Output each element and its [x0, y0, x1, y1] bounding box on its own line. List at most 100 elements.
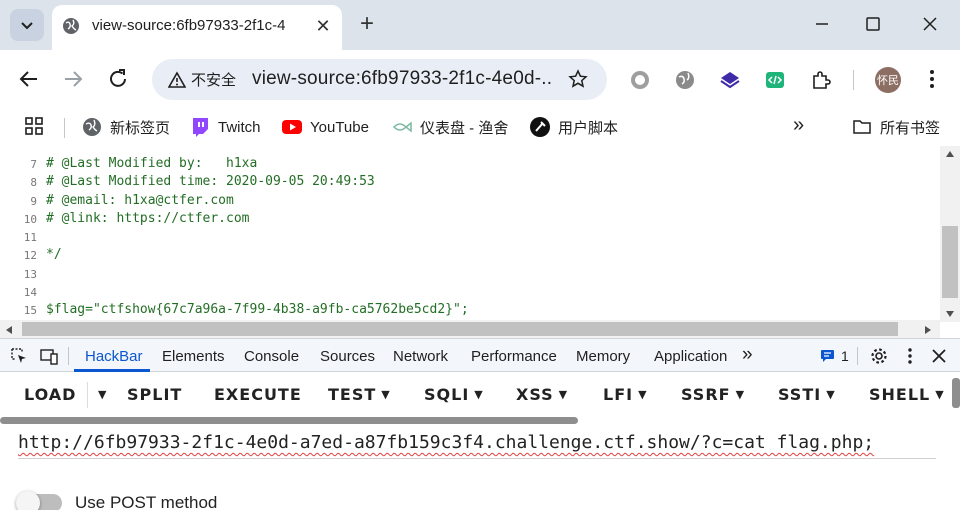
device-toolbar-icon[interactable]: [40, 347, 58, 365]
scroll-right-icon[interactable]: [924, 325, 932, 335]
bookmark-userscripts[interactable]: 用户脚本: [530, 116, 618, 138]
lfi-menu-button[interactable]: LFI ▼: [603, 385, 648, 404]
line-number: 9: [30, 194, 37, 208]
devtools-tabbar: HackBar Elements Console Sources Network…: [0, 338, 960, 372]
bookmark-twitch[interactable]: Twitch: [190, 116, 261, 138]
line-number: 11: [23, 231, 37, 244]
scroll-left-icon[interactable]: [5, 325, 13, 335]
xss-menu-button[interactable]: XSS ▼: [516, 385, 568, 404]
source-view: 7 # @Last Modified by: h1xa 8 # @Last Modif…: [0, 146, 960, 338]
horizontal-scrollbar[interactable]: [0, 320, 940, 338]
issues-counter[interactable]: 1: [820, 348, 849, 364]
line-number: 7: [30, 158, 37, 171]
vertical-scroll-thumb[interactable]: [942, 226, 958, 298]
inspect-element-icon[interactable]: [10, 347, 28, 365]
source-line: 14: [0, 284, 940, 302]
source-line: 12 */: [0, 247, 940, 265]
tab-hackbar[interactable]: HackBar: [85, 348, 143, 365]
extensions-puzzle-icon[interactable]: [810, 69, 832, 91]
url-input[interactable]: http://6fb97933-2f1c-4e0d-a7ed-a87fb159c…: [18, 432, 874, 453]
source-code-text: # @Last Modified time: 2020-09-05 20:49:…: [46, 174, 375, 190]
close-devtools-icon[interactable]: [930, 347, 948, 365]
security-chip[interactable]: 不安全: [162, 65, 242, 94]
all-bookmarks-label: 所有书签: [880, 119, 941, 137]
tab-console[interactable]: Console: [244, 348, 299, 365]
shell-label: SHELL: [869, 385, 931, 404]
bookmark-label: Twitch: [218, 118, 261, 136]
chevron-down-icon: [21, 22, 33, 30]
bookmarks-overflow-button[interactable]: »: [793, 114, 804, 137]
security-label: 不安全: [191, 72, 237, 89]
shell-menu-button[interactable]: SHELL ▼: [869, 385, 945, 404]
tab-close-icon[interactable]: ✕: [314, 17, 332, 35]
horizontal-scroll-thumb[interactable]: [22, 322, 898, 336]
twitch-icon: [193, 118, 208, 137]
ssti-menu-button[interactable]: SSTI ▼: [778, 385, 836, 404]
bookmark-new-tab[interactable]: 新标签页: [82, 116, 170, 138]
tab-search-button[interactable]: [10, 9, 44, 41]
extension-code-icon[interactable]: [764, 69, 786, 91]
devtools-menu-icon[interactable]: [901, 347, 919, 365]
close-window-icon[interactable]: [920, 14, 940, 34]
toolbar-divider: [853, 70, 854, 90]
kebab-menu-icon[interactable]: [922, 68, 942, 90]
post-method-toggle[interactable]: [16, 491, 62, 510]
active-tab[interactable]: view-source:6fb97933-2f1c-4 ✕: [52, 5, 342, 50]
bookmark-youtube[interactable]: YouTube: [282, 116, 369, 138]
bookmark-star-icon[interactable]: [568, 69, 588, 89]
extension-circle-icon[interactable]: [629, 69, 651, 91]
tab-elements[interactable]: Elements: [162, 348, 225, 365]
userscript-icon: [530, 117, 550, 137]
back-arrow-icon[interactable]: [16, 66, 42, 92]
lfi-label: LFI: [603, 385, 634, 404]
profile-avatar[interactable]: 怀民: [875, 67, 901, 93]
source-code-text: # @link: https://ctfer.com: [46, 210, 250, 226]
url-text[interactable]: view-source:6fb97933-2f1c-4e0d-...: [252, 68, 552, 90]
test-menu-button[interactable]: TEST ▼: [328, 385, 391, 404]
minimize-icon[interactable]: [812, 14, 832, 34]
more-tabs-button[interactable]: »: [742, 344, 753, 366]
settings-gear-icon[interactable]: [870, 347, 888, 365]
sqli-menu-button[interactable]: SQLI ▼: [424, 385, 484, 404]
scroll-down-icon[interactable]: [945, 310, 955, 318]
bookmark-dashboard[interactable]: 仪表盘 - 渔舍: [392, 116, 508, 138]
forward-arrow-icon[interactable]: [60, 66, 86, 92]
apps-grid-icon[interactable]: [24, 116, 44, 136]
maximize-icon[interactable]: [863, 14, 883, 34]
toggle-knob: [16, 491, 40, 510]
bookmark-label: 新标签页: [110, 119, 171, 137]
tab-performance[interactable]: Performance: [471, 348, 557, 365]
all-bookmarks-button[interactable]: 所有书签: [852, 116, 940, 138]
globe-icon: [83, 118, 101, 136]
tab-memory[interactable]: Memory: [576, 348, 630, 365]
line-number: 10: [23, 212, 37, 226]
line-number: 14: [23, 285, 37, 299]
extension-globe-icon[interactable]: [674, 69, 696, 91]
bookmarks-divider: [64, 118, 65, 138]
vertical-scrollbar[interactable]: [940, 146, 960, 322]
line-number: 13: [23, 267, 37, 281]
warning-icon: [168, 70, 186, 88]
devtools-divider: [857, 347, 858, 365]
tab-application[interactable]: Application: [654, 348, 727, 365]
caret-down-icon: ▼: [381, 388, 391, 401]
tab-sources[interactable]: Sources: [320, 348, 375, 365]
source-code-text: */: [46, 247, 62, 263]
hackbar-vertical-scrollbar[interactable]: [952, 378, 960, 408]
hackbar-panel: LOAD ▼ SPLIT EXECUTE TEST ▼ SQLI ▼ XSS ▼ LF…: [0, 372, 960, 510]
load-dropdown-caret[interactable]: ▼: [93, 385, 107, 404]
new-tab-button[interactable]: +: [354, 12, 380, 38]
address-bar[interactable]: 不安全 view-source:6fb97933-2f1c-4e0d-...: [152, 59, 607, 100]
source-code-text: # @email: h1xa@ctfer.com: [46, 192, 234, 208]
tab-network[interactable]: Network: [393, 348, 448, 365]
split-button[interactable]: SPLIT: [127, 385, 182, 404]
ssrf-menu-button[interactable]: SSRF ▼: [681, 385, 745, 404]
url-input-underline: [18, 458, 936, 459]
reload-icon[interactable]: [105, 66, 131, 92]
execute-button[interactable]: EXECUTE: [214, 385, 302, 404]
extension-layers-icon[interactable]: [719, 69, 741, 91]
load-button[interactable]: LOAD: [24, 385, 76, 404]
caret-down-icon: ▼: [474, 388, 484, 401]
hackbar-toolbar-scrollbar[interactable]: [0, 417, 578, 424]
scroll-up-icon[interactable]: [945, 150, 955, 158]
